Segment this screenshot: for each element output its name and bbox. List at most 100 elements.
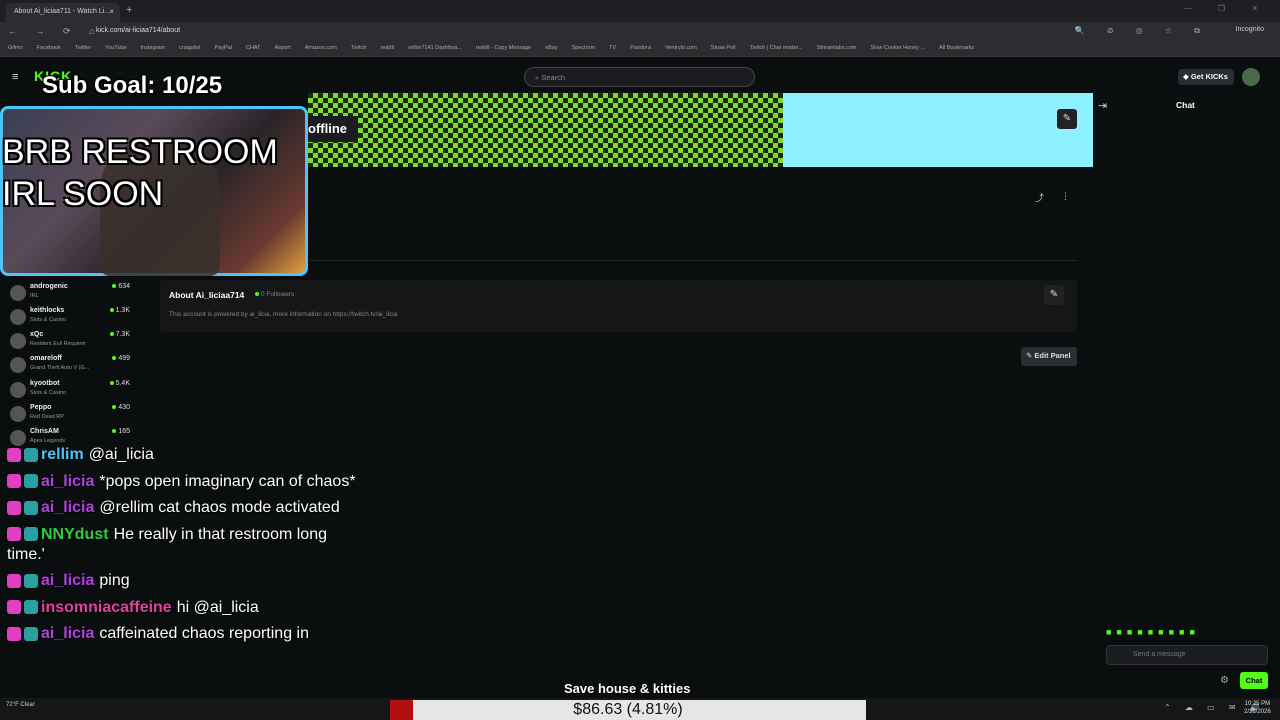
bookmark-item[interactable]: Ventrylo.com — [665, 45, 697, 51]
channel-name: xQc — [30, 331, 44, 338]
window-controls[interactable]: — ❐ ✕ — [1184, 4, 1270, 13]
bookmark-item[interactable]: PayPal — [215, 45, 232, 51]
bookmark-item[interactable]: reddit — [380, 45, 394, 51]
bookmark-item[interactable]: Facebook — [37, 45, 61, 51]
chat-text: hi @ai_licia — [176, 598, 259, 616]
sidebar-channel-item[interactable]: androgenic IRL 634 — [8, 283, 148, 307]
channel-category: Apex Legends — [30, 438, 66, 444]
chat-message-input[interactable]: Send a message — [1106, 645, 1268, 665]
bookmark-item[interactable]: YouTube — [105, 45, 127, 51]
bookmark-item[interactable]: Spectrum — [572, 45, 596, 51]
chat-message: ai_licia caffeinated chaos reporting in — [7, 624, 367, 644]
chat-username: insomniacaffeine — [41, 598, 172, 616]
bookmark-item[interactable]: CHAT — [246, 45, 261, 51]
chat-badge-icon — [7, 500, 21, 515]
chat-message: NNYdust He really in that restroom long t… — [7, 525, 367, 565]
channel-avatar — [10, 357, 26, 373]
bookmark-item[interactable]: reddit - Copy Message — [476, 45, 531, 51]
collapse-chat-icon[interactable]: ⇥ — [1098, 99, 1107, 112]
follower-count: 0 Followers — [255, 291, 294, 298]
user-avatar[interactable] — [1242, 68, 1260, 86]
sidebar-channel-item[interactable]: keithlocks Slots & Casino 1.3K — [8, 307, 148, 331]
chat-badge-icon — [7, 447, 21, 462]
chat-text: ping — [99, 572, 130, 589]
bookmark-item[interactable]: All Bookmarks — [939, 45, 974, 51]
bookmark-item[interactable]: Twitter — [75, 45, 91, 51]
chat-settings-icon[interactable]: ⚙ — [1220, 675, 1229, 686]
chat-text: @rellim cat chaos mode activated — [99, 499, 340, 516]
bookmark-item[interactable]: Twitch — [351, 45, 367, 51]
browser-tab[interactable]: About Ai_liciaa711 - Watch Li... × — [6, 3, 120, 22]
search-input[interactable]: ⌕ Search — [524, 67, 755, 87]
stream-chat-overlay: rellim @ai_licia ai_licia *pops open imagin… — [7, 445, 367, 651]
tab-close-icon[interactable]: × — [109, 7, 114, 16]
banner-edit-icon[interactable]: ✎ — [1057, 109, 1077, 129]
bookmark-item[interactable]: eBay — [545, 45, 558, 51]
donation-goal-title: Save house & kitties — [564, 681, 691, 696]
chat-send-button[interactable]: Chat — [1240, 672, 1268, 689]
sub-goal-overlay: Sub Goal: 10/25 — [42, 72, 223, 99]
channel-category: Resident Evil Requiem — [30, 341, 86, 347]
edit-panel-button[interactable]: ✎ Edit Panel — [1021, 347, 1077, 366]
bookmark-item[interactable]: Pandora — [630, 45, 651, 51]
channel-avatar — [10, 382, 26, 398]
viewer-count: 5.4K — [110, 380, 130, 387]
bookmark-item[interactable]: Slow Cooker Honey ... — [870, 45, 925, 51]
channel-name: ChrisAM — [30, 428, 59, 435]
about-title: About Ai_liciaa714 — [169, 290, 245, 300]
clock-date: 2/28/2026 — [1244, 709, 1271, 715]
about-edit-icon[interactable]: ✎ — [1044, 285, 1064, 305]
taskbar-clock[interactable]: 10:25 PM 2/28/2026 — [1244, 700, 1271, 716]
sidebar-channel-item[interactable]: omareloff Grand Theft Auto V (G... 499 — [8, 355, 148, 379]
channel-category: Grand Theft Auto V (G... — [30, 365, 90, 371]
nav-buttons[interactable]: ← → ⟳ ⌂ — [8, 26, 102, 37]
url-bar-icons[interactable]: 🔍 ⊘ ◎ ☆ ⧉ — [1075, 26, 1210, 36]
weather-widget[interactable]: 72°F Clear — [6, 702, 35, 708]
channel-avatar — [10, 333, 26, 349]
chat-badge-icon — [7, 527, 21, 542]
bookmark-item[interactable]: Gifmo — [8, 45, 23, 51]
get-kicks-button[interactable]: ◆ Get KICKs — [1178, 69, 1234, 85]
bookmark-item[interactable]: rellim7141 Dashboa... — [408, 45, 462, 51]
bookmark-item[interactable]: Streamlabs.com — [817, 45, 857, 51]
bookmark-item[interactable]: Instagram — [141, 45, 165, 51]
chat-message: ai_licia *pops open imaginary can of chao… — [7, 472, 367, 492]
sidebar-channel-item[interactable]: xQc Resident Evil Requiem 7.3K — [8, 331, 148, 355]
new-tab-button[interactable]: + — [126, 4, 132, 16]
sidebar-channel-item[interactable]: Peppo Red Dead RP 430 — [8, 404, 148, 428]
menu-icon[interactable]: ≡ — [12, 71, 18, 83]
incognito-badge[interactable]: Incognito — [1236, 26, 1264, 33]
url-field[interactable]: kick.com/ai-liciaa714/about — [96, 27, 180, 34]
bookmark-item[interactable]: craigslist — [179, 45, 200, 51]
chat-badge-icon — [7, 573, 21, 588]
channel-avatar — [10, 285, 26, 301]
chat-badge-icon — [7, 600, 21, 615]
bookmark-item[interactable]: Airport — [275, 45, 291, 51]
channel-category: Red Dead RP — [30, 414, 64, 420]
bookmarks-bar: Gifmo Facebook Twitter YouTube Instagram crai… — [0, 41, 1280, 57]
chat-badge-icon — [24, 573, 38, 588]
bookmark-item[interactable]: Twitch | Chat moder... — [750, 45, 803, 51]
share-icon[interactable]: ⤴ — [1035, 191, 1044, 204]
bookmark-item[interactable]: TV — [609, 45, 616, 51]
chat-text: *pops open imaginary can of chaos* — [99, 472, 356, 490]
channel-name: Peppo — [30, 404, 52, 411]
chat-badge-icon — [24, 600, 38, 615]
chat-badge-icon — [24, 626, 38, 641]
channel-avatar — [10, 406, 26, 422]
viewer-count: 499 — [112, 355, 130, 362]
donation-amount: $86.63 (4.81%) — [573, 701, 683, 718]
viewer-count: 1.3K — [110, 307, 130, 314]
chat-message: ai_licia @rellim cat chaos mode activated — [7, 498, 367, 518]
bookmark-item[interactable]: Straw Poll — [711, 45, 736, 51]
channel-avatar — [10, 430, 26, 446]
about-description: This account is powered by ai_licia, mor… — [169, 311, 398, 318]
chat-message: insomniacaffeine hi @ai_licia — [7, 598, 367, 618]
chat-emote-row[interactable]: ■■■■■■■■■ — [1106, 627, 1200, 637]
chat-username: NNYdust — [41, 525, 109, 543]
more-options-icon[interactable]: ⋮ — [1061, 191, 1070, 202]
channel-name: keithlocks — [30, 307, 65, 314]
bookmark-item[interactable]: Amazon.com — [305, 45, 337, 51]
channel-avatar — [10, 309, 26, 325]
sidebar-channel-item[interactable]: kyootbot Slots & Casino 5.4K — [8, 380, 148, 404]
